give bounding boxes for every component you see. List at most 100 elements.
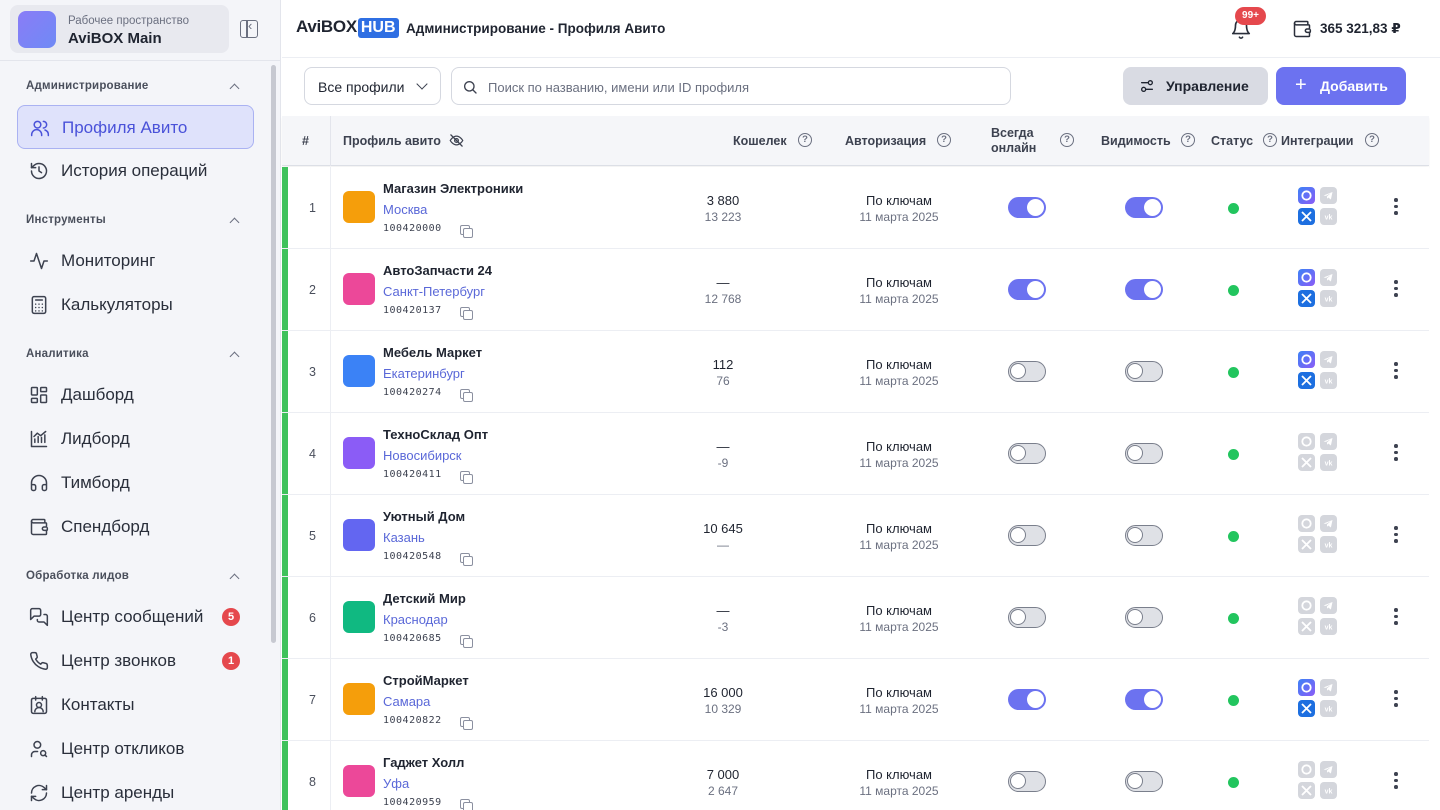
cross-messenger-icon[interactable] — [1298, 372, 1315, 389]
manage-button[interactable]: Управление — [1123, 67, 1268, 105]
cross-messenger-icon[interactable] — [1298, 208, 1315, 225]
add-profile-button[interactable]: + Добавить — [1276, 67, 1406, 105]
chevron-up-icon[interactable] — [229, 81, 239, 91]
vk-icon[interactable]: vk — [1320, 290, 1337, 307]
main-scrollbar[interactable] — [1430, 116, 1440, 810]
sidebar-item[interactable]: Контакты — [17, 683, 254, 727]
visibility-toggle[interactable] — [1125, 525, 1163, 546]
more-options-icon[interactable] — [1394, 362, 1398, 380]
sidebar-item[interactable]: Дашборд — [17, 373, 254, 417]
vk-icon[interactable]: vk — [1320, 536, 1337, 553]
always-online-toggle[interactable] — [1008, 607, 1046, 628]
telegram-icon[interactable] — [1320, 351, 1337, 368]
auth-help-icon[interactable]: ? — [937, 133, 951, 147]
sidebar-scrollbar[interactable] — [271, 65, 276, 643]
more-options-icon[interactable] — [1394, 608, 1398, 626]
collapse-sidebar-icon[interactable] — [240, 18, 258, 38]
messenger-max-icon[interactable] — [1298, 515, 1315, 532]
vk-icon[interactable]: vk — [1320, 372, 1337, 389]
chevron-up-icon[interactable] — [229, 349, 239, 359]
vk-icon[interactable]: vk — [1320, 700, 1337, 717]
workspace-switcher[interactable]: Рабочее пространство AviBOX Main — [10, 5, 229, 53]
more-options-icon[interactable] — [1394, 198, 1398, 216]
status-help-icon[interactable]: ? — [1263, 133, 1277, 147]
vk-icon[interactable]: vk — [1320, 618, 1337, 635]
messenger-max-icon[interactable] — [1298, 597, 1315, 614]
more-options-icon[interactable] — [1394, 526, 1398, 544]
visibility-toggle[interactable] — [1125, 361, 1163, 382]
table-row[interactable]: 1 Магазин Электроники Москва 100420000 3… — [282, 167, 1429, 249]
messenger-max-icon[interactable] — [1298, 187, 1315, 204]
eye-off-icon[interactable] — [449, 133, 464, 148]
sidebar-item[interactable]: Центр аренды — [17, 771, 254, 810]
always-online-toggle[interactable] — [1008, 361, 1046, 382]
visibility-toggle[interactable] — [1125, 689, 1163, 710]
visibility-toggle[interactable] — [1125, 197, 1163, 218]
telegram-icon[interactable] — [1320, 269, 1337, 286]
sidebar-item[interactable]: Центр откликов — [17, 727, 254, 771]
profile-name[interactable]: АвтоЗапчасти 24 — [383, 263, 492, 278]
table-row[interactable]: 4 ТехноСклад Опт Новосибирск 100420411 —… — [282, 413, 1429, 495]
sidebar-item[interactable]: Профиля Авито — [17, 105, 254, 149]
table-row[interactable]: 5 Уютный Дом Казань 100420548 10 645 — П… — [282, 495, 1429, 577]
cross-messenger-icon[interactable] — [1298, 782, 1315, 799]
table-row[interactable]: 6 Детский Мир Краснодар 100420685 — -3 П… — [282, 577, 1429, 659]
always-online-toggle[interactable] — [1008, 197, 1046, 218]
profile-city[interactable]: Санкт-Петербург — [383, 284, 485, 299]
table-row[interactable]: 2 АвтоЗапчасти 24 Санкт-Петербург 100420… — [282, 249, 1429, 331]
col-profile[interactable]: Профиль авито — [343, 134, 441, 148]
messenger-max-icon[interactable] — [1298, 761, 1315, 778]
telegram-icon[interactable] — [1320, 433, 1337, 450]
copy-icon[interactable] — [460, 635, 473, 648]
copy-icon[interactable] — [460, 471, 473, 484]
profile-name[interactable]: Детский Мир — [383, 591, 466, 606]
sidebar-item[interactable]: Тимборд — [17, 461, 254, 505]
more-options-icon[interactable] — [1394, 690, 1398, 708]
account-balance[interactable]: 365 321,83 ₽ — [1320, 21, 1401, 37]
profile-name[interactable]: СтройМаркет — [383, 673, 469, 688]
sidebar-section-title[interactable]: Инструменты — [26, 214, 106, 226]
telegram-icon[interactable] — [1320, 187, 1337, 204]
vk-icon[interactable]: vk — [1320, 782, 1337, 799]
profile-city[interactable]: Уфа — [383, 776, 409, 791]
profile-city[interactable]: Москва — [383, 202, 427, 217]
more-options-icon[interactable] — [1394, 280, 1398, 298]
visibility-toggle[interactable] — [1125, 279, 1163, 300]
profile-name[interactable]: ТехноСклад Опт — [383, 427, 488, 442]
vk-icon[interactable]: vk — [1320, 208, 1337, 225]
chevron-up-icon[interactable] — [229, 215, 239, 225]
telegram-icon[interactable] — [1320, 515, 1337, 532]
integrations-help-icon[interactable]: ? — [1365, 133, 1379, 147]
visibility-toggle[interactable] — [1125, 771, 1163, 792]
visibility-toggle[interactable] — [1125, 607, 1163, 628]
always-online-toggle[interactable] — [1008, 525, 1046, 546]
profile-city[interactable]: Екатеринбург — [383, 366, 465, 381]
profile-city[interactable]: Новосибирск — [383, 448, 462, 463]
visibility-help-icon[interactable]: ? — [1181, 133, 1195, 147]
table-row[interactable]: 3 Мебель Маркет Екатеринбург 100420274 1… — [282, 331, 1429, 413]
table-row[interactable]: 7 СтройМаркет Самара 100420822 16 000 10… — [282, 659, 1429, 741]
sidebar-section-title[interactable]: Обработка лидов — [26, 570, 129, 582]
messenger-max-icon[interactable] — [1298, 351, 1315, 368]
messenger-max-icon[interactable] — [1298, 433, 1315, 450]
telegram-icon[interactable] — [1320, 761, 1337, 778]
copy-icon[interactable] — [460, 553, 473, 566]
wallet-help-icon[interactable]: ? — [798, 133, 812, 147]
copy-icon[interactable] — [460, 717, 473, 730]
search-box[interactable] — [451, 67, 1011, 105]
cross-messenger-icon[interactable] — [1298, 454, 1315, 471]
copy-icon[interactable] — [460, 225, 473, 238]
profile-name[interactable]: Магазин Электроники — [383, 181, 523, 196]
profile-name[interactable]: Гаджет Холл — [383, 755, 464, 770]
cross-messenger-icon[interactable] — [1298, 536, 1315, 553]
copy-icon[interactable] — [460, 799, 473, 810]
sidebar-section-title[interactable]: Аналитика — [26, 348, 89, 360]
sidebar-item[interactable]: Спендборд — [17, 505, 254, 549]
always-online-toggle[interactable] — [1008, 771, 1046, 792]
chevron-up-icon[interactable] — [229, 571, 239, 581]
sidebar-item[interactable]: Центр сообщений 5 — [17, 595, 254, 639]
messenger-max-icon[interactable] — [1298, 679, 1315, 696]
messenger-max-icon[interactable] — [1298, 269, 1315, 286]
copy-icon[interactable] — [460, 389, 473, 402]
search-input[interactable] — [488, 76, 998, 98]
